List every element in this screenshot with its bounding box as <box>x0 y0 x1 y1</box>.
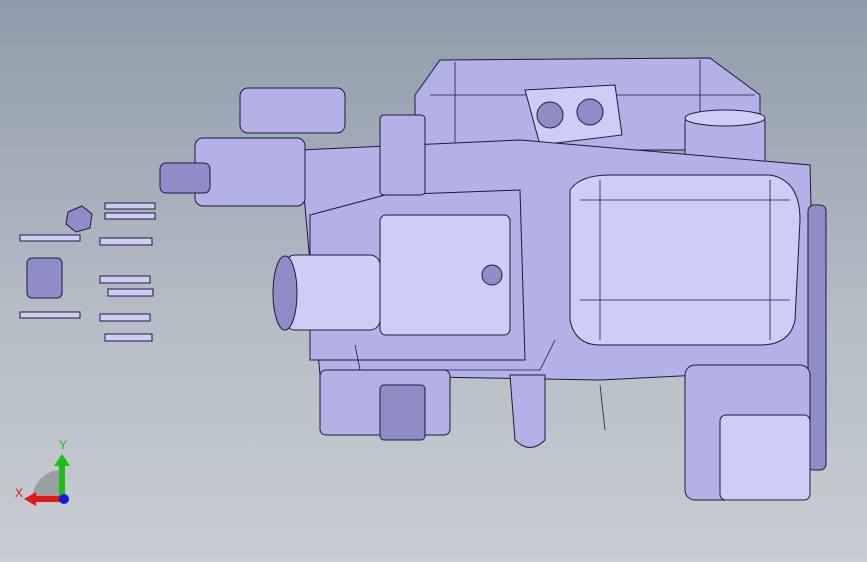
loose-fasteners <box>19 202 156 342</box>
air-box <box>569 174 801 346</box>
flywheel-gear <box>807 204 827 471</box>
z-axis-origin <box>59 494 69 504</box>
x-axis-label: X <box>15 486 24 500</box>
starter-motor <box>239 87 346 134</box>
graphics-viewport[interactable]: X Y <box>0 0 867 562</box>
pulley <box>284 254 381 331</box>
triad-plane-indicator <box>32 470 62 500</box>
mount-bracket <box>379 114 426 196</box>
coordinate-triad: X Y <box>14 438 84 510</box>
exhaust-pipe <box>509 374 546 448</box>
y-axis-label: Y <box>59 438 68 452</box>
engine-assembly-model[interactable] <box>0 0 867 562</box>
alternator <box>194 137 306 207</box>
